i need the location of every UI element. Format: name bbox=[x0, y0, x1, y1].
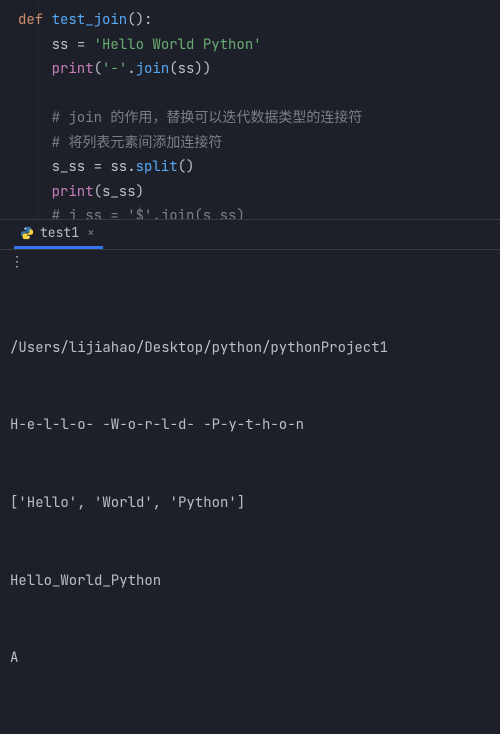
code-line[interactable]: ss = 'Hello World Python' bbox=[18, 33, 500, 58]
punct: (): bbox=[127, 11, 152, 29]
code-line[interactable]: s_ss = ss.split() bbox=[18, 155, 500, 180]
builtin-print: print bbox=[52, 60, 94, 78]
output-line: Hello_World_Python bbox=[10, 569, 490, 595]
close-icon[interactable]: × bbox=[85, 224, 97, 241]
run-tool-window: test1 × ⋮ /Users/lijiahao/Desktop/python… bbox=[0, 219, 500, 734]
code-editor[interactable]: def test_join(): ss = 'Hello World Pytho… bbox=[0, 0, 500, 219]
python-file-icon bbox=[20, 226, 34, 240]
func-name: test_join bbox=[52, 11, 128, 29]
output-line: /Users/lijiahao/Desktop/python/pythonPro… bbox=[10, 336, 490, 362]
keyword-def: def bbox=[18, 11, 43, 29]
output-line: A bbox=[10, 646, 490, 672]
code-line[interactable]: # j_ss = '$'.join(s_ss) bbox=[18, 204, 500, 219]
identifier: ss bbox=[52, 36, 77, 54]
run-tabbar: test1 × bbox=[0, 220, 500, 250]
code-line[interactable]: # join 的作用，替换可以迭代数据类型的连接符 bbox=[18, 106, 500, 131]
code-line[interactable]: print('-'.join(ss)) bbox=[18, 57, 500, 82]
code-line[interactable]: def test_join(): bbox=[18, 8, 500, 33]
run-toolbar: ⋮ bbox=[0, 250, 500, 276]
comment: # 将列表元素间添加连接符 bbox=[52, 134, 223, 152]
console-output[interactable]: /Users/lijiahao/Desktop/python/pythonPro… bbox=[0, 276, 500, 734]
output-line: ['Hello', 'World', 'Python'] bbox=[10, 491, 490, 517]
code-line[interactable] bbox=[18, 82, 500, 107]
run-tab-label: test1 bbox=[40, 224, 79, 241]
more-icon[interactable]: ⋮ bbox=[10, 253, 26, 271]
code-line[interactable]: # 将列表元素间添加连接符 bbox=[18, 131, 500, 156]
output-line: H-e-l-l-o- -W-o-r-l-d- -P-y-t-h-o-n bbox=[10, 413, 490, 439]
code-line[interactable]: print(s_ss) bbox=[18, 180, 500, 205]
string-literal: 'Hello World Python' bbox=[94, 36, 262, 54]
comment: # join 的作用，替换可以迭代数据类型的连接符 bbox=[52, 109, 363, 127]
comment: # j_ss = '$'.join(s_ss) bbox=[52, 207, 245, 219]
run-tab-test1[interactable]: test1 × bbox=[14, 219, 103, 249]
